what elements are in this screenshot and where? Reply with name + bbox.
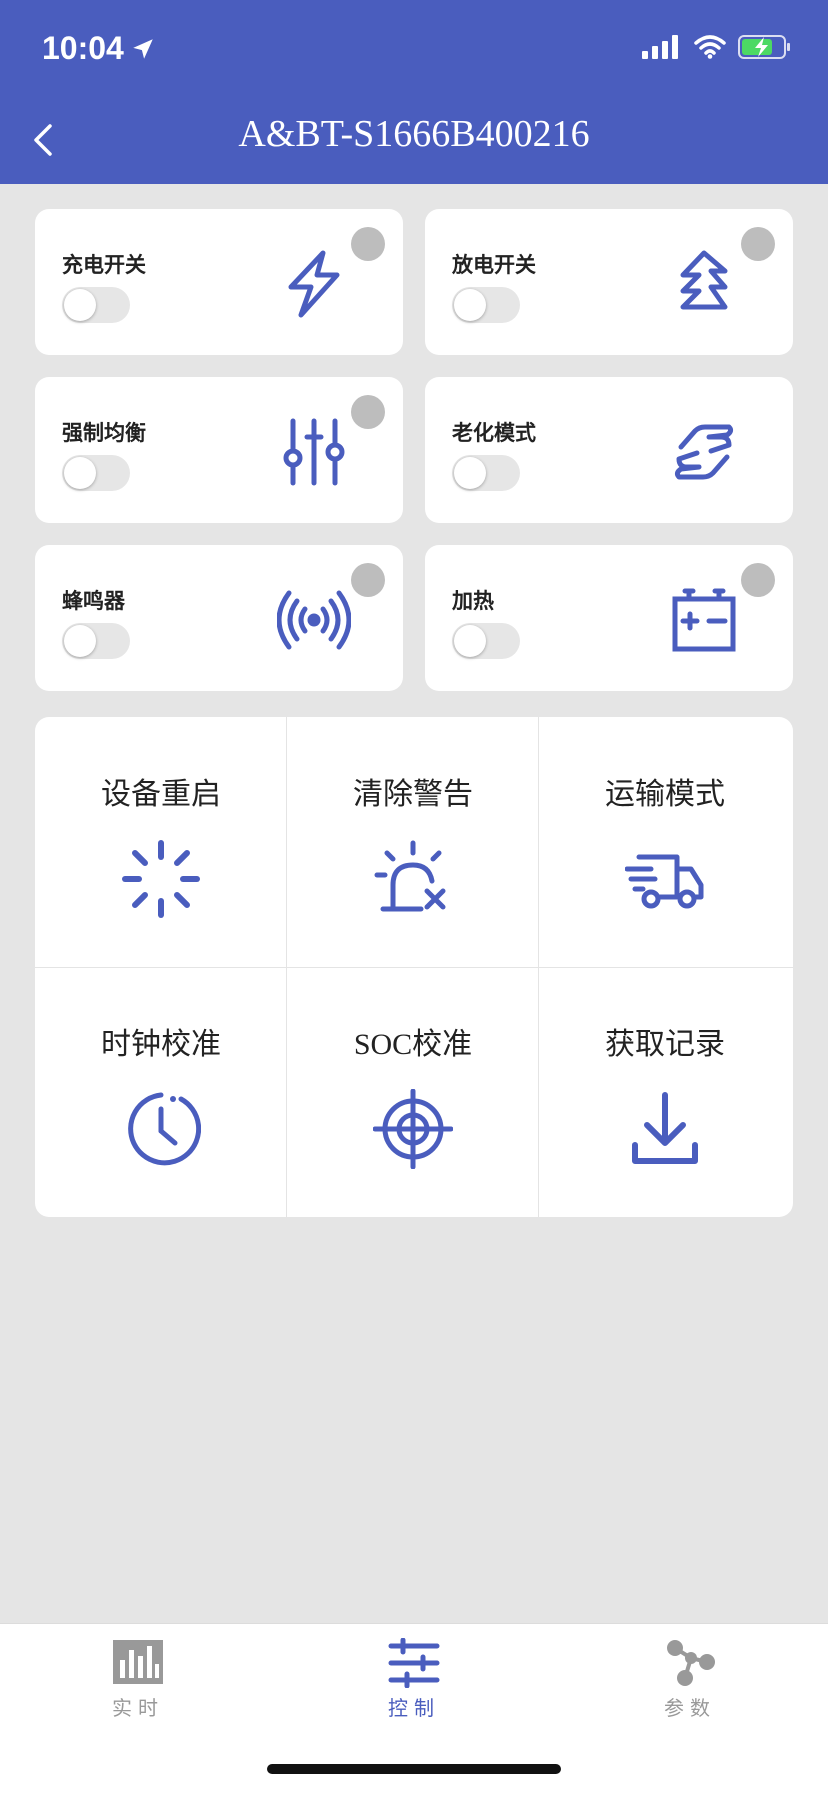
signal-waves-icon — [277, 590, 351, 650]
clear-warning-label: 清除警告 — [353, 777, 473, 812]
tab-realtime-label: 实时 — [112, 1696, 164, 1720]
force-balance-toggle[interactable] — [62, 455, 130, 491]
battery-charging-icon — [738, 35, 790, 59]
device-restart-label: 设备重启 — [101, 777, 221, 812]
discharge-switch-card: 放电开关 — [425, 209, 793, 355]
buzzer-status-dot — [351, 563, 385, 597]
toggle-knob — [454, 457, 486, 489]
aging-mode-toggle[interactable] — [452, 455, 520, 491]
toggle-knob — [64, 457, 96, 489]
app-header: 10:04 A&BT-S1666B400216 — [0, 0, 828, 184]
aging-mode-label: 老化模式 — [452, 421, 536, 445]
alarm-clear-icon — [374, 840, 446, 912]
clock-icon — [128, 1092, 201, 1166]
clock-calibration-label: 时钟校准 — [101, 1027, 221, 1062]
toggle-knob — [64, 625, 96, 657]
heating-label: 加热 — [452, 589, 494, 613]
soc-calibration-label: SOC校准 — [353, 1028, 473, 1061]
cellular-signal-icon — [642, 35, 678, 59]
buzzer-label: 蜂鸣器 — [62, 589, 125, 613]
heating-toggle[interactable] — [452, 623, 520, 659]
clear-warning-button[interactable]: 清除警告 — [287, 717, 539, 967]
toggle-knob — [454, 625, 486, 657]
action-grid: 设备重启 清除警告 运输模式 时钟校准 SOC校准 获取记录 — [35, 717, 793, 1217]
grid-divider — [35, 967, 793, 968]
lightning-icon — [288, 250, 340, 318]
heating-status-dot — [741, 563, 775, 597]
transport-mode-label: 运输模式 — [605, 777, 725, 812]
charge-status-dot — [351, 227, 385, 261]
tab-control-label: 控制 — [388, 1696, 440, 1720]
battery-icon — [672, 588, 736, 652]
discharge-switch-label: 放电开关 — [452, 253, 536, 277]
discharge-status-dot — [741, 227, 775, 261]
loading-spinner-icon — [122, 840, 200, 918]
location-arrow-icon — [133, 38, 153, 59]
buzzer-card: 蜂鸣器 — [35, 545, 403, 691]
status-indicators — [642, 34, 792, 60]
hand-cycle-icon — [674, 424, 734, 480]
soc-calibration-button[interactable]: SOC校准 — [287, 967, 539, 1217]
wifi-icon — [694, 35, 726, 59]
crosshair-icon — [373, 1089, 453, 1169]
control-sliders-icon — [388, 1638, 440, 1688]
network-nodes-icon — [667, 1640, 715, 1686]
charge-switch-toggle[interactable] — [62, 287, 130, 323]
tab-control[interactable]: 控制 — [354, 1638, 474, 1728]
sliders-icon — [283, 418, 345, 486]
tab-params-label: 参数 — [664, 1696, 716, 1720]
get-records-button[interactable]: 获取记录 — [539, 967, 791, 1217]
bar-graph-icon — [113, 1640, 163, 1684]
toggle-knob — [64, 289, 96, 321]
force-balance-card: 强制均衡 — [35, 377, 403, 523]
tab-realtime[interactable]: 实时 — [78, 1638, 198, 1728]
zigzag-arrows-icon — [680, 250, 728, 310]
force-balance-label: 强制均衡 — [62, 421, 146, 445]
charge-switch-card: 充电开关 — [35, 209, 403, 355]
download-icon — [632, 1092, 698, 1164]
truck-icon — [625, 854, 704, 909]
toggle-knob — [454, 289, 486, 321]
page-title: A&BT-S1666B400216 — [238, 113, 590, 155]
clock-calibration-button[interactable]: 时钟校准 — [35, 967, 287, 1217]
discharge-switch-toggle[interactable] — [452, 287, 520, 323]
transport-mode-button[interactable]: 运输模式 — [539, 717, 791, 967]
aging-mode-card: 老化模式 — [425, 377, 793, 523]
charge-switch-label: 充电开关 — [62, 253, 146, 277]
device-restart-button[interactable]: 设备重启 — [35, 717, 287, 967]
tab-params[interactable]: 参数 — [630, 1638, 750, 1728]
get-records-label: 获取记录 — [605, 1027, 725, 1062]
heating-card: 加热 — [425, 545, 793, 691]
home-indicator — [267, 1764, 561, 1774]
status-time: 10:04 — [42, 30, 156, 67]
balance-status-dot — [351, 395, 385, 429]
buzzer-toggle[interactable] — [62, 623, 130, 659]
